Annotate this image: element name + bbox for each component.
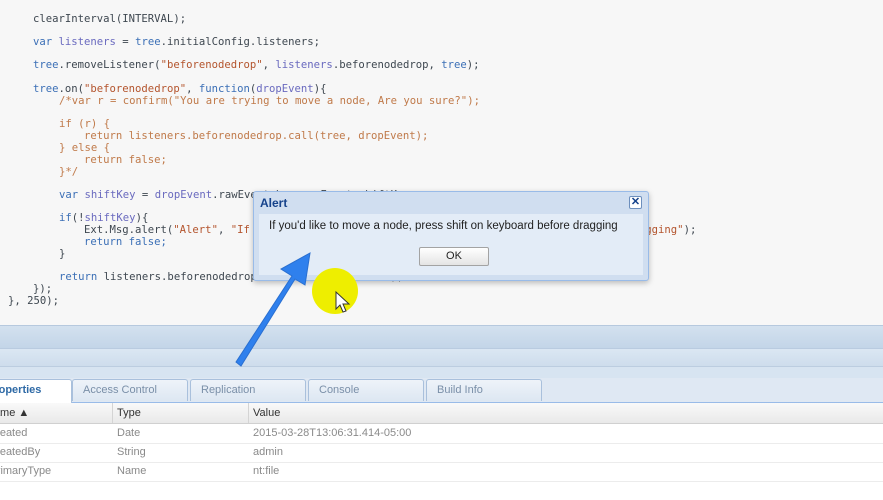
code-token: .on( — [58, 83, 85, 95]
code-token: ){ — [135, 212, 149, 224]
cell-name: jcr:primaryType — [0, 465, 52, 477]
code-token: if (r) { — [59, 118, 111, 130]
code-token: ); — [683, 224, 697, 236]
code-token: ); — [466, 59, 480, 71]
ok-button[interactable]: OK — [419, 247, 489, 266]
code-line: } else { — [59, 142, 110, 154]
code-token: function — [198, 83, 250, 95]
code-token: dropEvent — [154, 189, 213, 201]
code-token: tree — [33, 59, 59, 71]
code-token: false; — [128, 236, 167, 248]
code-token: tree — [441, 59, 467, 71]
table-row[interactable]: jcr:created Date 2015-03-28T13:06:31.414… — [0, 424, 883, 444]
code-token: .initialConfig.listeners; — [160, 36, 321, 48]
code-token: (! — [71, 212, 85, 224]
code-token: tree — [135, 36, 161, 48]
toolbar-band — [0, 325, 883, 348]
dialog-header[interactable]: Alert ✕ — [254, 192, 648, 214]
code-line: clearInterval(INTERVAL); — [33, 13, 186, 25]
cell-name: jcr:createdBy — [0, 446, 41, 458]
code-token: }); — [33, 283, 53, 295]
table-row[interactable]: jcr:primaryType Name nt:file — [0, 462, 883, 482]
dialog-message: If you'd like to move a node, press shif… — [269, 220, 618, 232]
column-header-name[interactable]: Name ▲ — [0, 403, 113, 423]
tab-build-info[interactable]: Build Info — [426, 379, 542, 401]
code-line: }, 250); — [8, 295, 59, 307]
grid-header: Name ▲ Type Value — [0, 403, 883, 424]
code-token: Ext.Msg.alert( — [84, 224, 174, 236]
code-token: /*var r = confirm("You are trying to mov… — [59, 95, 480, 107]
code-token: } else { — [59, 142, 111, 154]
column-header-type[interactable]: Type — [113, 403, 249, 423]
code-token: return false; — [84, 154, 167, 166]
code-token: }, 250); — [8, 295, 60, 307]
code-token: clearInterval(INTERVAL); — [33, 13, 187, 25]
cell-type: String — [117, 446, 146, 458]
close-icon[interactable]: ✕ — [629, 196, 642, 209]
code-line: }*/ — [59, 166, 78, 178]
code-token: , — [217, 224, 231, 236]
dialog-body: If you'd like to move a node, press shif… — [259, 214, 643, 275]
cell-value: admin — [253, 446, 283, 458]
tab-replication[interactable]: Replication — [190, 379, 306, 401]
cell-type: Name — [117, 465, 147, 477]
tab-console[interactable]: Console — [308, 379, 424, 401]
code-token: tree — [33, 83, 59, 95]
code-token: return — [84, 236, 129, 248]
code-token: "beforenodedrop" — [84, 83, 187, 95]
properties-grid: Name ▲ Type Value jcr:created Date 2015-… — [0, 403, 883, 500]
code-token: "Alert" — [173, 224, 218, 236]
code-line: if (r) { — [59, 118, 110, 130]
cursor-highlight — [312, 268, 358, 314]
code-token: shiftKey — [84, 189, 136, 201]
alert-dialog: Alert ✕ If you'd like to move a node, pr… — [253, 191, 649, 281]
cell-value: nt:file — [253, 465, 280, 477]
code-token: , — [186, 83, 199, 95]
code-token: , — [262, 59, 276, 71]
table-row[interactable]: jcr:createdBy String admin — [0, 443, 883, 463]
code-line: return false; — [84, 236, 167, 248]
panel-splitter[interactable] — [0, 348, 883, 367]
code-line: var listeners = tree.initialConfig.liste… — [33, 36, 320, 48]
column-header-value[interactable]: Value — [249, 403, 883, 423]
tab-properties[interactable]: Properties — [0, 379, 72, 403]
code-token: .beforenodedrop, — [332, 59, 442, 71]
code-token: var — [59, 189, 85, 201]
cell-name: jcr:created — [0, 427, 28, 439]
code-line: /*var r = confirm("You are trying to mov… — [59, 95, 480, 107]
code-token: = — [115, 36, 136, 48]
code-token: shiftKey — [84, 212, 136, 224]
code-line: tree.removeListener("beforenodedrop", li… — [33, 59, 480, 71]
code-line: return false; — [84, 154, 167, 166]
code-line: }); — [33, 283, 52, 295]
code-token: return — [59, 271, 104, 283]
code-line: if(!shiftKey){ — [59, 212, 148, 224]
code-line: } — [59, 248, 65, 260]
code-token: listeners — [58, 36, 116, 48]
code-line: return listeners.beforenodedrop.call(tre… — [84, 130, 428, 142]
code-token: return listeners.beforenodedrop.call(tre… — [84, 130, 429, 142]
code-token: }*/ — [59, 166, 79, 178]
cell-type: Date — [117, 427, 141, 439]
cell-value: 2015-03-28T13:06:31.414-05:00 — [253, 427, 412, 439]
code-token: if — [59, 212, 72, 224]
code-token: .removeListener( — [58, 59, 161, 71]
code-token: listeners — [275, 59, 333, 71]
code-token: = — [135, 189, 155, 201]
code-token: var — [33, 36, 59, 48]
tab-access-control[interactable]: Access Control — [72, 379, 188, 401]
code-line: tree.on("beforenodedrop", function(dropE… — [33, 83, 326, 95]
code-token: dropEvent — [256, 83, 314, 95]
code-token: ){ — [313, 83, 327, 95]
properties-tab-strip: Properties Access Control Replication Co… — [0, 378, 883, 403]
code-token: "beforenodedrop" — [160, 59, 263, 71]
dialog-title: Alert — [260, 196, 288, 210]
code-token: } — [59, 248, 66, 260]
